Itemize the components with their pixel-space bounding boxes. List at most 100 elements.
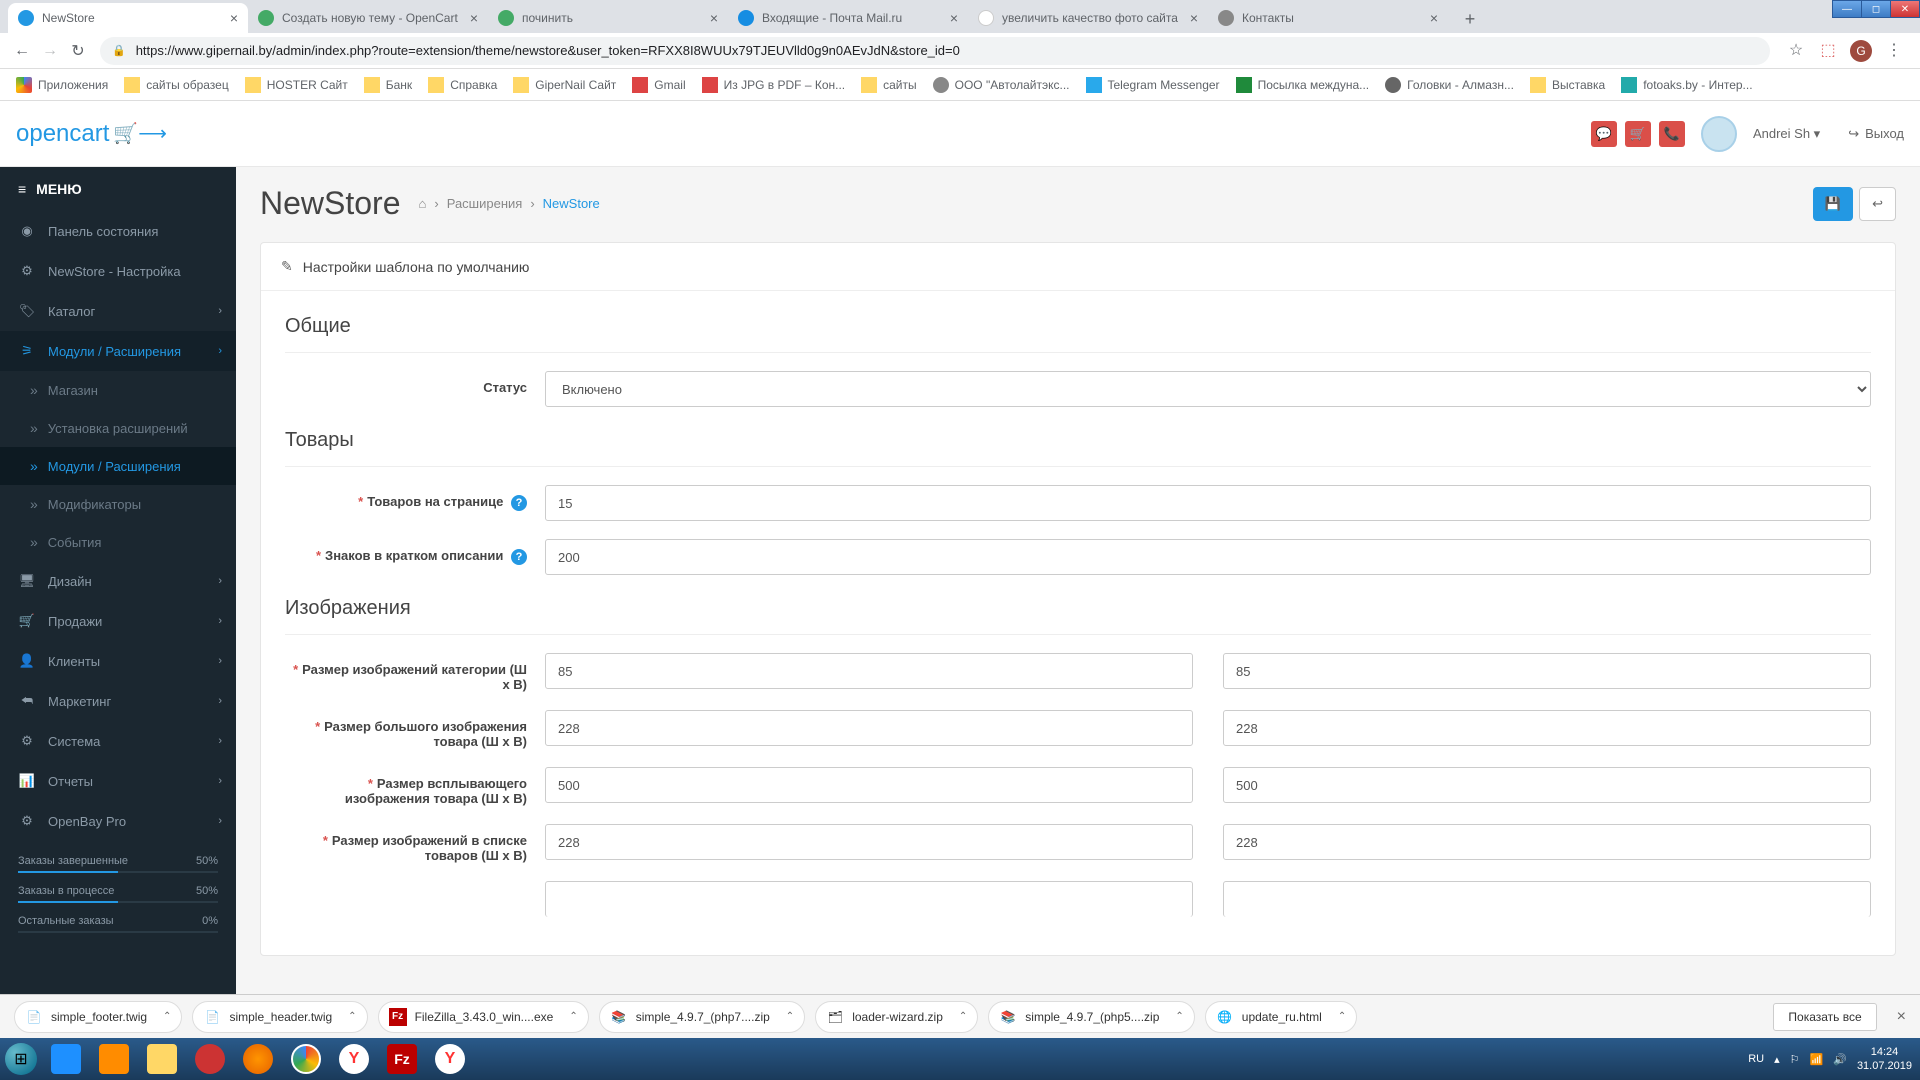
- cat-img-height-input[interactable]: [1223, 653, 1871, 689]
- logout-button[interactable]: ↪Выход: [1848, 126, 1904, 142]
- download-item[interactable]: 📚simple_4.9.7_(php7....zip⌃: [599, 1001, 805, 1033]
- download-item[interactable]: FzFileZilla_3.43.0_win....exe⌃: [378, 1001, 589, 1033]
- sidebar-item-sales[interactable]: 🛒Продажи›: [0, 601, 236, 641]
- taskbar-media[interactable]: [90, 1038, 138, 1080]
- sidebar-item-catalog[interactable]: 🏷Каталог›: [0, 291, 236, 331]
- browser-tab[interactable]: Входящие - Почта Mail.ru×: [728, 3, 968, 33]
- bookmark-item[interactable]: GiperNail Сайт: [507, 74, 622, 96]
- bookmark-item[interactable]: Gmail: [626, 74, 691, 96]
- bookmark-item[interactable]: Банк: [358, 74, 418, 96]
- sidebar-item-reports[interactable]: 📊Отчеты›: [0, 761, 236, 801]
- username-dropdown[interactable]: Andrei Sh ▾: [1753, 126, 1820, 142]
- cat-img-width-input[interactable]: [545, 653, 1193, 689]
- download-item[interactable]: 📚simple_4.9.7_(php5....zip⌃: [988, 1001, 1194, 1033]
- bookmark-item[interactable]: Посылка междуна...: [1230, 74, 1376, 96]
- tray-flag-icon[interactable]: ▴: [1774, 1053, 1780, 1066]
- sidebar-item-dashboard[interactable]: ◉Панель состояния: [0, 211, 236, 251]
- sidebar-subitem-installer[interactable]: »Установка расширений: [0, 409, 236, 447]
- menu-toggle[interactable]: ≡МЕНЮ: [0, 167, 236, 211]
- products-per-page-input[interactable]: [545, 485, 1871, 521]
- bookmark-item[interactable]: fotoaks.by - Интер...: [1615, 74, 1758, 96]
- short-desc-input[interactable]: [545, 539, 1871, 575]
- clock[interactable]: 14:2431.07.2019: [1857, 1045, 1912, 1074]
- bookmark-item[interactable]: Из JPG в PDF – Кон...: [696, 74, 851, 96]
- sidebar-subitem-events[interactable]: »События: [0, 523, 236, 561]
- taskbar-explorer[interactable]: [138, 1038, 186, 1080]
- home-icon[interactable]: ⌂: [419, 196, 427, 211]
- bookmark-item[interactable]: Выставка: [1524, 74, 1611, 96]
- close-icon[interactable]: ×: [710, 10, 718, 26]
- download-item[interactable]: 🌐update_ru.html⌃: [1205, 1001, 1357, 1033]
- show-all-downloads-button[interactable]: Показать все: [1773, 1003, 1876, 1031]
- help-icon[interactable]: ?: [511, 549, 527, 565]
- minimize-button[interactable]: —: [1832, 0, 1862, 18]
- close-downloads-button[interactable]: ×: [1897, 1008, 1906, 1026]
- close-icon[interactable]: ×: [1190, 10, 1198, 26]
- taskbar-chrome[interactable]: [282, 1038, 330, 1080]
- close-icon[interactable]: ×: [230, 10, 238, 26]
- star-icon[interactable]: ☆: [1786, 40, 1806, 60]
- extra-width-input[interactable]: [545, 881, 1193, 917]
- browser-tab[interactable]: NewStore×: [8, 3, 248, 33]
- back-button[interactable]: ←: [8, 37, 36, 65]
- browser-tab[interactable]: Создать новую тему - OpenCart×: [248, 3, 488, 33]
- sidebar-item-design[interactable]: 🖥Дизайн›: [0, 561, 236, 601]
- close-icon[interactable]: ×: [950, 10, 958, 26]
- big-img-width-input[interactable]: [545, 710, 1193, 746]
- download-item[interactable]: 📄simple_footer.twig⌃: [14, 1001, 182, 1033]
- save-button[interactable]: 💾: [1813, 187, 1853, 221]
- language-indicator[interactable]: RU: [1748, 1053, 1764, 1065]
- bookmark-item[interactable]: сайты образец: [118, 74, 235, 96]
- sidebar-subitem-modifications[interactable]: »Модификаторы: [0, 485, 236, 523]
- support-button[interactable]: 📞: [1659, 121, 1685, 147]
- browser-tab[interactable]: починить×: [488, 3, 728, 33]
- close-icon[interactable]: ×: [470, 10, 478, 26]
- avatar[interactable]: [1701, 116, 1737, 152]
- sidebar-item-system[interactable]: ⚙Система›: [0, 721, 236, 761]
- system-tray[interactable]: RU ▴ ⚐ 📶 🔊 14:2431.07.2019: [1740, 1045, 1920, 1074]
- big-img-height-input[interactable]: [1223, 710, 1871, 746]
- cancel-button[interactable]: ↩: [1859, 187, 1896, 221]
- new-tab-button[interactable]: +: [1456, 5, 1484, 33]
- help-icon[interactable]: ?: [511, 495, 527, 511]
- reload-button[interactable]: ↻: [64, 37, 92, 65]
- breadcrumb-link[interactable]: Расширения: [447, 196, 523, 211]
- tray-network-icon[interactable]: 📶: [1810, 1053, 1824, 1066]
- sidebar-item-marketing[interactable]: ⮪Маркетинг›: [0, 681, 236, 721]
- browser-tab[interactable]: увеличить качество фото сайта×: [968, 3, 1208, 33]
- taskbar-filezilla[interactable]: Fz: [378, 1038, 426, 1080]
- maximize-button[interactable]: ◻: [1861, 0, 1891, 18]
- taskbar-yandex2[interactable]: Y: [426, 1038, 474, 1080]
- menu-icon[interactable]: ⋮: [1884, 40, 1904, 60]
- download-item[interactable]: 📄simple_header.twig⌃: [192, 1001, 367, 1033]
- start-button[interactable]: ⊞: [0, 1038, 42, 1080]
- bookmark-item[interactable]: Головки - Алмазн...: [1379, 74, 1520, 96]
- notification-button[interactable]: 💬: [1591, 121, 1617, 147]
- bookmark-item[interactable]: сайты: [855, 74, 923, 96]
- bookmark-item[interactable]: Telegram Messenger: [1080, 74, 1226, 96]
- bookmark-item[interactable]: Справка: [422, 74, 503, 96]
- list-img-height-input[interactable]: [1223, 824, 1871, 860]
- window-close-button[interactable]: ✕: [1890, 0, 1920, 18]
- sidebar-subitem-extensions[interactable]: »Модули / Расширения: [0, 447, 236, 485]
- popup-img-width-input[interactable]: [545, 767, 1193, 803]
- bookmark-item[interactable]: HOSTER Сайт: [239, 74, 354, 96]
- sidebar-item-newstore[interactable]: ⚙NewStore - Настройка: [0, 251, 236, 291]
- popup-img-height-input[interactable]: [1223, 767, 1871, 803]
- extra-height-input[interactable]: [1223, 881, 1871, 917]
- status-select[interactable]: Включено: [545, 371, 1871, 407]
- taskbar-opera[interactable]: [186, 1038, 234, 1080]
- taskbar-firefox[interactable]: [234, 1038, 282, 1080]
- tray-action-icon[interactable]: ⚐: [1790, 1053, 1800, 1066]
- taskbar-ie[interactable]: [42, 1038, 90, 1080]
- tray-volume-icon[interactable]: 🔊: [1833, 1053, 1847, 1066]
- url-input[interactable]: 🔒 https://www.gipernail.by/admin/index.p…: [100, 37, 1770, 65]
- apps-button[interactable]: Приложения: [10, 74, 114, 96]
- profile-badge[interactable]: G: [1850, 40, 1872, 62]
- forward-button[interactable]: →: [36, 37, 64, 65]
- chevron-up-icon[interactable]: ⌃: [163, 1011, 171, 1022]
- sidebar-item-customers[interactable]: 👤Клиенты›: [0, 641, 236, 681]
- close-icon[interactable]: ×: [1430, 10, 1438, 26]
- sidebar-item-extensions[interactable]: ⚞Модули / Расширения›: [0, 331, 236, 371]
- opencart-logo[interactable]: opencart 🛒⟶: [16, 120, 167, 148]
